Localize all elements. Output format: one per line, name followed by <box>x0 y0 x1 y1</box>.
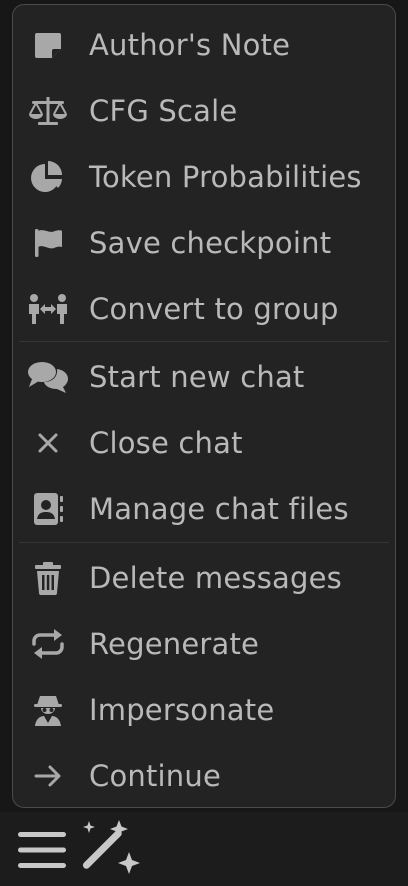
menu-item-cfg-scale[interactable]: CFG Scale <box>13 78 395 144</box>
comments-icon <box>27 356 69 398</box>
menu-item-regenerate[interactable]: Regenerate <box>13 611 395 677</box>
trash-can-icon <box>27 557 69 599</box>
menu-item-delete-messages[interactable]: Delete messages <box>13 545 395 611</box>
menu-item-authors-note[interactable]: Author's Note <box>13 12 395 78</box>
menu-item-save-checkpoint[interactable]: Save checkpoint <box>13 210 395 276</box>
menu-item-label: Manage chat files <box>89 492 349 526</box>
arrow-right-icon <box>27 755 69 797</box>
menu-divider <box>19 542 389 543</box>
menu-item-label: Save checkpoint <box>89 226 332 260</box>
note-sticky-icon <box>27 24 69 66</box>
menu-item-close-chat[interactable]: Close chat <box>13 410 395 476</box>
scale-balanced-icon <box>27 90 69 132</box>
menu-item-label: Close chat <box>89 426 243 460</box>
user-secret-icon <box>27 689 69 731</box>
menu-item-manage-chat-files[interactable]: Manage chat files <box>13 476 395 542</box>
menu-item-impersonate[interactable]: Impersonate <box>13 677 395 743</box>
menu-item-label: CFG Scale <box>89 94 238 128</box>
menu-item-label: Delete messages <box>89 561 342 595</box>
menu-item-start-new-chat[interactable]: Start new chat <box>13 344 395 410</box>
menu-divider <box>19 341 389 342</box>
menu-item-continue[interactable]: Continue <box>13 743 395 809</box>
menu-item-convert-to-group[interactable]: Convert to group <box>13 276 395 342</box>
flag-icon <box>27 222 69 264</box>
options-menu: Author's Note CFG Scale Token Probabilit… <box>12 4 396 808</box>
bars-icon <box>17 829 67 875</box>
menu-item-label: Start new chat <box>89 360 305 394</box>
options-menu-button[interactable] <box>14 824 70 880</box>
menu-item-label: Regenerate <box>89 627 260 661</box>
extensions-menu-button[interactable] <box>78 820 142 882</box>
menu-item-label: Author's Note <box>89 28 291 62</box>
menu-item-token-probabilities[interactable]: Token Probabilities <box>13 144 395 210</box>
menu-item-label: Impersonate <box>89 693 275 727</box>
people-arrows-icon <box>27 288 69 330</box>
menu-item-label: Convert to group <box>89 292 339 326</box>
repeat-icon <box>27 623 69 665</box>
menu-item-label: Continue <box>89 759 222 793</box>
address-book-icon <box>27 488 69 530</box>
chart-pie-icon <box>27 156 69 198</box>
menu-item-label: Token Probabilities <box>89 160 362 194</box>
xmark-icon <box>27 422 69 464</box>
bottom-bar <box>0 812 408 886</box>
magic-wand-icon <box>79 819 141 883</box>
